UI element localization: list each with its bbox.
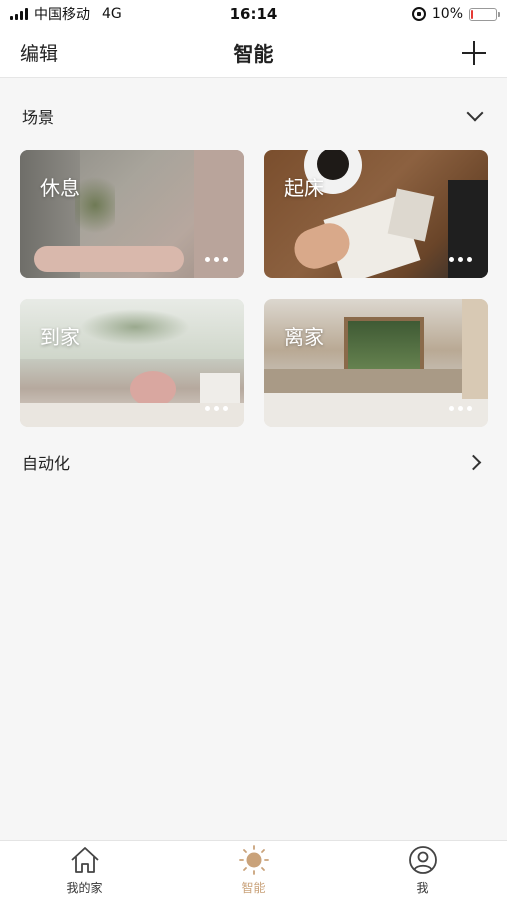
battery-percent: 10% <box>431 6 463 22</box>
scene-label: 起床 <box>284 176 324 200</box>
plus-icon[interactable] <box>461 40 487 66</box>
scenes-title: 场景 <box>22 108 55 127</box>
tab-me[interactable]: 我 <box>363 845 483 896</box>
scene-card-leave-home[interactable]: 离家 <box>264 299 488 427</box>
tab-label: 智能 <box>241 881 266 895</box>
automation-row[interactable]: 自动化 <box>0 442 507 482</box>
scene-card-rest[interactable]: 休息 <box>20 150 244 278</box>
home-icon <box>70 847 99 873</box>
page-title: 智能 <box>233 42 274 66</box>
tab-smart[interactable]: 智能 <box>194 845 314 896</box>
status-bar: 中国移动 4G 16:14 10% <box>0 0 507 28</box>
scenes-header[interactable]: 场景 <box>0 96 507 136</box>
signal-icon <box>10 8 28 20</box>
network-label: 4G <box>102 6 122 22</box>
tab-my-home[interactable]: 我的家 <box>25 845 145 896</box>
tab-label: 我的家 <box>66 881 103 895</box>
chevron-down-icon[interactable] <box>466 104 484 122</box>
scene-card-wake[interactable]: 起床 <box>264 150 488 278</box>
more-dots-icon[interactable] <box>205 257 228 262</box>
battery-icon <box>469 7 500 21</box>
user-icon <box>408 846 437 874</box>
more-dots-icon[interactable] <box>449 406 472 411</box>
status-right: 10% <box>411 6 500 22</box>
carrier-label: 中国移动 <box>34 7 90 23</box>
more-dots-icon[interactable] <box>205 406 228 411</box>
scene-card-arrive-home[interactable]: 到家 <box>20 299 244 427</box>
tab-label: 我 <box>416 881 429 895</box>
scene-label: 到家 <box>40 325 80 349</box>
scene-label: 休息 <box>40 176 80 200</box>
rotation-lock-icon <box>411 7 426 21</box>
edit-button[interactable]: 编辑 <box>20 39 58 66</box>
scene-label: 离家 <box>284 325 324 349</box>
sun-icon <box>238 845 269 875</box>
more-dots-icon[interactable] <box>449 257 472 262</box>
battery-level <box>471 9 474 19</box>
chevron-right-icon[interactable] <box>465 454 482 470</box>
tab-bar: 我的家 智能 我 <box>0 840 507 900</box>
nav-bar: 编辑 智能 <box>0 28 507 78</box>
status-left: 中国移动 4G <box>10 4 122 24</box>
automation-title: 自动化 <box>22 454 71 473</box>
